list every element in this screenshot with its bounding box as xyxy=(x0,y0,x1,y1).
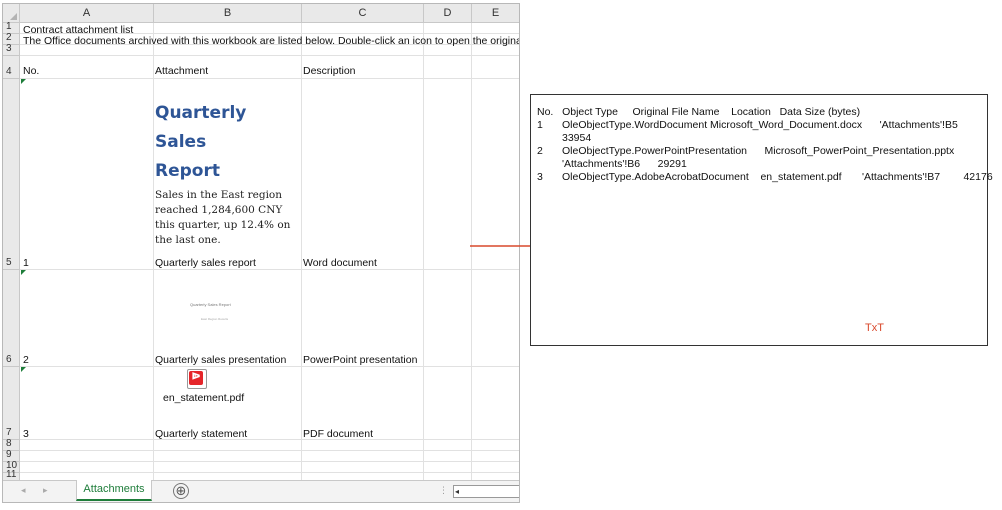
cell-c7[interactable]: PDF document xyxy=(303,428,373,440)
row-header-5[interactable]: 5 xyxy=(3,79,20,270)
add-sheet-icon[interactable]: ⊕ xyxy=(173,483,189,499)
spreadsheet-window: A B C D E 1 2 3 4 5 6 7 8 9 10 11 Contra… xyxy=(2,3,520,503)
cell-a6[interactable]: 2 xyxy=(23,354,29,366)
row-header-6[interactable]: 6 xyxy=(3,270,20,367)
txt-label: TxT xyxy=(865,322,884,334)
cell-b6[interactable]: Quarterly sales presentation xyxy=(155,354,286,366)
column-header-d[interactable]: D xyxy=(424,4,472,23)
ppt-preview-title[interactable]: Quarterly Sales Report xyxy=(190,302,231,307)
cell-b7[interactable]: Quarterly statement xyxy=(155,428,247,440)
cell-a5[interactable]: 1 xyxy=(23,257,29,269)
row-header-3[interactable]: 3 xyxy=(3,43,20,56)
text-output-panel: No. Object Type Original File Name Locat… xyxy=(530,94,993,346)
row-header-7[interactable]: 7 xyxy=(3,367,20,440)
sheet-tab-bar: ◂ ▸ Attachments ⊕ ⋮ ◂ xyxy=(3,480,519,502)
column-header-e[interactable]: E xyxy=(472,4,519,23)
prev-sheet-icon[interactable]: ◂ xyxy=(21,485,26,496)
scroll-left-icon[interactable]: ◂ xyxy=(455,486,459,497)
tab-attachments[interactable]: Attachments xyxy=(76,480,152,501)
panel-row-no: 1 xyxy=(537,119,543,131)
panel-row-cont: 33954 xyxy=(562,132,592,144)
error-indicator xyxy=(21,79,26,84)
cell-a4-header-no[interactable]: No. xyxy=(23,65,39,77)
pdf-file-icon[interactable]: ᐉ xyxy=(187,369,207,389)
tab-split-handle-icon[interactable]: ⋮ xyxy=(439,485,448,496)
panel-row-text: OleObjectType.PowerPointPresentation Mic… xyxy=(562,145,955,157)
horizontal-scrollbar[interactable]: ◂ xyxy=(453,485,519,498)
panel-row-cont: 'Attachments'!B6 29291 xyxy=(562,158,687,170)
cell-c4-header-description[interactable]: Description xyxy=(303,65,356,77)
column-header-b[interactable]: B xyxy=(154,4,302,23)
word-preview-body: Sales in the East region reached 1,284,6… xyxy=(155,189,291,246)
column-header-a[interactable]: A xyxy=(20,4,154,23)
next-sheet-icon[interactable]: ▸ xyxy=(43,485,48,496)
cell-a7[interactable]: 3 xyxy=(23,428,29,440)
cell-c5[interactable]: Word document xyxy=(303,257,377,269)
cell-b5[interactable]: Quarterly sales report xyxy=(155,257,256,269)
error-indicator xyxy=(21,367,26,372)
column-headers: A B C D E xyxy=(20,4,519,23)
panel-header: No. Object Type Original File Name Locat… xyxy=(537,106,861,118)
panel-row-no: 3 xyxy=(537,171,543,183)
panel-row-no: 2 xyxy=(537,145,543,157)
ppt-preview-subtitle: East Region Results xyxy=(201,317,229,321)
panel-row-text: OleObjectType.AdobeAcrobatDocument en_st… xyxy=(562,171,993,183)
cell-a2[interactable]: The Office documents archived with this … xyxy=(23,35,519,47)
column-header-c[interactable]: C xyxy=(302,4,424,23)
panel-row-text: OleObjectType.WordDocument Microsoft_Wor… xyxy=(562,119,958,131)
word-document-object[interactable]: Quarterly Sales Report Sales in the East … xyxy=(155,99,295,248)
cell-b4-header-attachment[interactable]: Attachment xyxy=(155,65,208,77)
error-indicator xyxy=(21,270,26,275)
row-header-4[interactable]: 4 xyxy=(3,56,20,79)
cell-c6[interactable]: PowerPoint presentation xyxy=(303,354,417,366)
pdf-filename: en_statement.pdf xyxy=(163,392,245,404)
